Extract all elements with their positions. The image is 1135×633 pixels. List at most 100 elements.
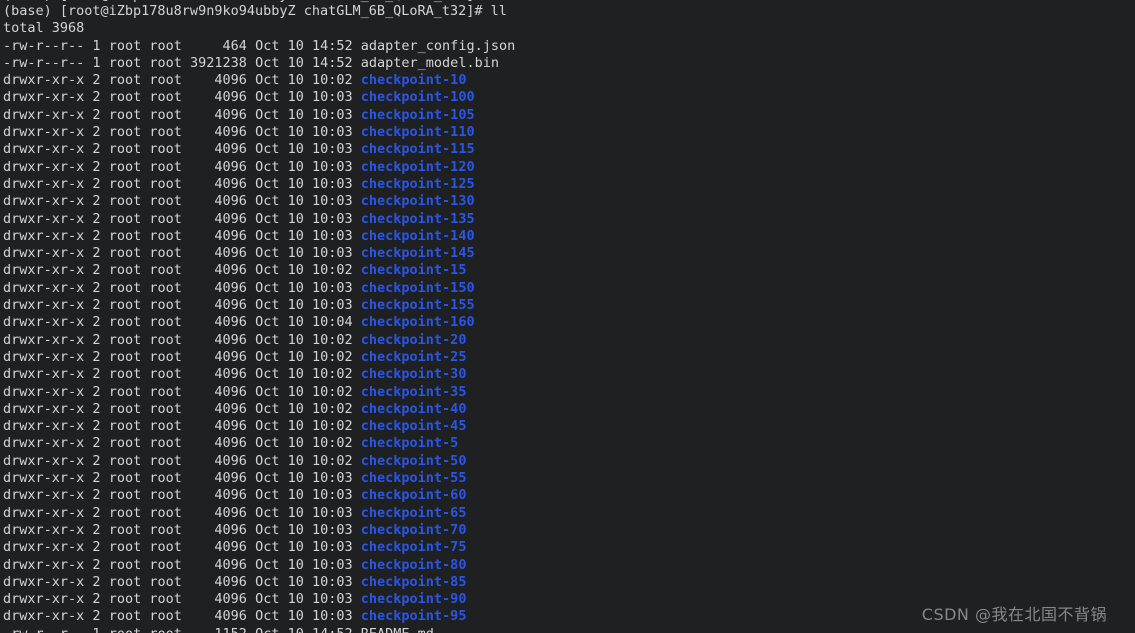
file-month: Oct bbox=[255, 297, 280, 314]
directory-name[interactable]: checkpoint-125 bbox=[361, 176, 475, 192]
directory-name[interactable]: checkpoint-155 bbox=[361, 297, 475, 313]
directory-name[interactable]: checkpoint-50 bbox=[361, 453, 467, 469]
file-time: 10:03 bbox=[312, 297, 353, 314]
file-time: 10:02 bbox=[312, 383, 353, 400]
file-size: 4096 bbox=[190, 521, 247, 538]
file-day: 10 bbox=[287, 608, 304, 625]
file-size: 4096 bbox=[190, 366, 247, 383]
directory-name[interactable]: checkpoint-90 bbox=[361, 591, 467, 607]
file-day: 10 bbox=[287, 556, 304, 573]
directory-name[interactable]: checkpoint-110 bbox=[361, 124, 475, 140]
file-group: root bbox=[149, 210, 182, 227]
file-name[interactable]: adapter_model.bin bbox=[361, 55, 499, 71]
file-permissions: drwxr-xr-x bbox=[3, 297, 85, 314]
directory-name[interactable]: checkpoint-85 bbox=[361, 574, 467, 590]
directory-name[interactable]: checkpoint-130 bbox=[361, 193, 475, 209]
file-size: 4096 bbox=[190, 539, 247, 556]
directory-name[interactable]: checkpoint-80 bbox=[361, 557, 467, 573]
file-day: 10 bbox=[287, 573, 304, 590]
directory-name[interactable]: checkpoint-70 bbox=[361, 522, 467, 538]
file-owner: root bbox=[108, 487, 142, 504]
file-group: root bbox=[149, 573, 182, 590]
directory-name[interactable]: checkpoint-15 bbox=[361, 262, 467, 278]
directory-name[interactable]: checkpoint-75 bbox=[361, 539, 467, 555]
file-size: 4096 bbox=[190, 556, 247, 573]
file-row: drwxr-xr-x 2 root root 4096 Oct 10 10:03… bbox=[0, 557, 1135, 574]
directory-name[interactable]: checkpoint-120 bbox=[361, 159, 475, 175]
directory-name[interactable]: checkpoint-100 bbox=[361, 89, 475, 105]
directory-name[interactable]: checkpoint-45 bbox=[361, 418, 467, 434]
file-group: root bbox=[149, 331, 182, 348]
file-permissions: drwxr-xr-x bbox=[3, 504, 85, 521]
directory-name[interactable]: checkpoint-150 bbox=[361, 280, 475, 296]
terminal-window[interactable]: (base) [root@iZbp178u8rw9n9ko94ubbyZ cha… bbox=[0, 0, 1135, 633]
file-owner: root bbox=[108, 435, 142, 452]
file-permissions: drwxr-xr-x bbox=[3, 348, 85, 365]
file-owner: root bbox=[108, 400, 142, 417]
file-time: 10:03 bbox=[312, 608, 353, 625]
file-month: Oct bbox=[255, 331, 280, 348]
file-row: drwxr-xr-x 2 root root 4096 Oct 10 10:02… bbox=[0, 72, 1135, 89]
file-owner: root bbox=[108, 470, 142, 487]
file-month: Oct bbox=[255, 504, 280, 521]
file-row: drwxr-xr-x 2 root root 4096 Oct 10 10:02… bbox=[0, 435, 1135, 452]
file-link-count: 2 bbox=[92, 262, 101, 279]
directory-name[interactable]: checkpoint-135 bbox=[361, 211, 475, 227]
file-day: 10 bbox=[287, 262, 304, 279]
file-name[interactable]: README.md bbox=[361, 626, 434, 633]
directory-name[interactable]: checkpoint-160 bbox=[361, 314, 475, 330]
file-owner: root bbox=[108, 556, 142, 573]
directory-name[interactable]: checkpoint-5 bbox=[361, 435, 459, 451]
directory-name[interactable]: checkpoint-105 bbox=[361, 107, 475, 123]
directory-name[interactable]: checkpoint-60 bbox=[361, 487, 467, 503]
directory-name[interactable]: checkpoint-95 bbox=[361, 608, 467, 624]
file-month: Oct bbox=[255, 89, 280, 106]
directory-name[interactable]: checkpoint-30 bbox=[361, 366, 467, 382]
file-permissions: drwxr-xr-x bbox=[3, 124, 85, 141]
directory-name[interactable]: checkpoint-40 bbox=[361, 401, 467, 417]
file-day: 10 bbox=[287, 539, 304, 556]
directory-name[interactable]: checkpoint-115 bbox=[361, 141, 475, 157]
directory-name[interactable]: checkpoint-20 bbox=[361, 332, 467, 348]
file-day: 10 bbox=[287, 331, 304, 348]
directory-name[interactable]: checkpoint-55 bbox=[361, 470, 467, 486]
directory-name[interactable]: checkpoint-25 bbox=[361, 349, 467, 365]
directory-name[interactable]: checkpoint-10 bbox=[361, 72, 467, 88]
file-link-count: 2 bbox=[92, 279, 101, 296]
directory-name[interactable]: checkpoint-140 bbox=[361, 228, 475, 244]
file-day: 10 bbox=[287, 418, 304, 435]
terminal-output: (base) [root@iZbp178u8rw9n9ko94ubbyZ cha… bbox=[0, 3, 1135, 633]
directory-name[interactable]: checkpoint-65 bbox=[361, 505, 467, 521]
file-name[interactable]: adapter_config.json bbox=[361, 38, 515, 54]
directory-name[interactable]: checkpoint-35 bbox=[361, 384, 467, 400]
file-month: Oct bbox=[255, 124, 280, 141]
directory-name[interactable]: checkpoint-145 bbox=[361, 245, 475, 261]
file-row: -rw-r--r-- 1 root root 3921238 Oct 10 14… bbox=[0, 55, 1135, 72]
